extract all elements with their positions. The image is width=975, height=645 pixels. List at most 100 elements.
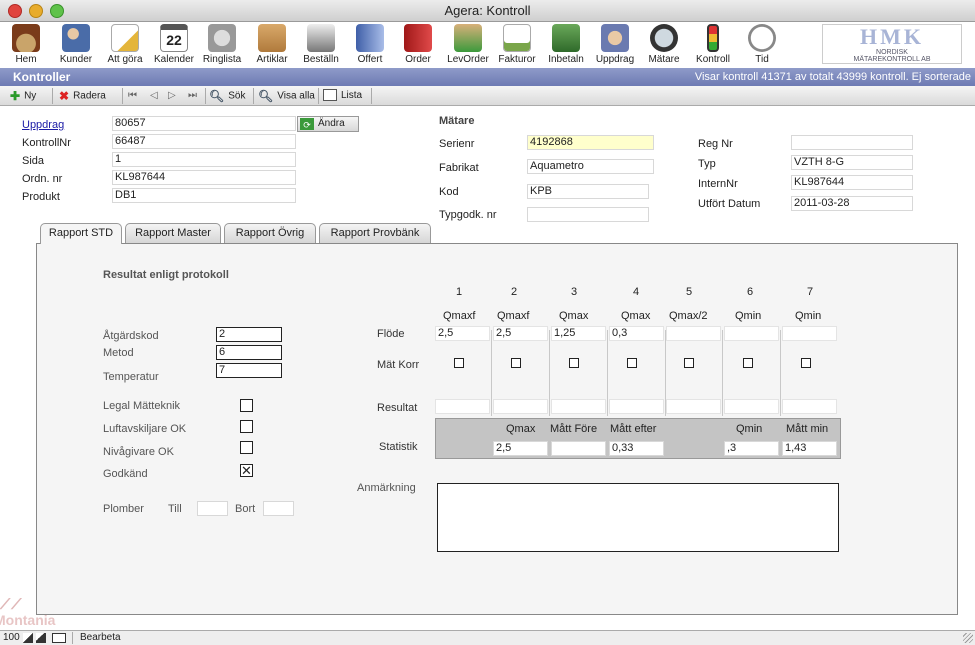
anmarkning-textarea[interactable] bbox=[437, 483, 839, 552]
serienr-field[interactable]: 4192868 bbox=[527, 135, 654, 150]
previous-record-icon: ◁ bbox=[150, 90, 158, 101]
resultat-label: Resultat bbox=[377, 402, 418, 414]
toolbar-invoices[interactable]: Fakturor bbox=[496, 22, 538, 68]
bort-field[interactable] bbox=[263, 501, 294, 516]
temperatur-field[interactable]: 7 bbox=[216, 363, 282, 378]
tab-rapport-std[interactable]: Rapport STD bbox=[40, 223, 122, 244]
internnr-field[interactable]: KL987644 bbox=[791, 175, 913, 190]
produkt-field[interactable]: DB1 bbox=[112, 188, 296, 203]
matkorr-checkbox[interactable] bbox=[511, 358, 521, 368]
toolbar-offer[interactable]: Offert bbox=[350, 22, 390, 68]
close-window-button[interactable] bbox=[8, 4, 22, 18]
toolbar-time[interactable]: Tid bbox=[742, 22, 782, 68]
first-record-button[interactable]: ⏮ bbox=[128, 88, 137, 104]
sida-label: Sida bbox=[22, 155, 45, 167]
resultat-field[interactable] bbox=[493, 399, 548, 414]
legal-matteknik-checkbox[interactable] bbox=[240, 399, 253, 412]
flode-field[interactable] bbox=[724, 326, 779, 341]
kontrollnr-field[interactable]: 66487 bbox=[112, 134, 296, 149]
godkand-label: Godkänd bbox=[103, 468, 148, 480]
stat-qmax-field[interactable]: 2,5 bbox=[493, 441, 548, 456]
luftavskiljare-checkbox[interactable] bbox=[240, 420, 253, 433]
show-all-button[interactable]: 🔍︎ Visa alla bbox=[258, 88, 315, 104]
atgardskod-field[interactable]: 2 bbox=[216, 327, 282, 342]
resize-grip-icon[interactable] bbox=[963, 633, 973, 643]
matkorr-checkbox[interactable] bbox=[743, 358, 753, 368]
godkand-checkbox[interactable]: ✕ bbox=[240, 464, 253, 477]
resultat-field[interactable] bbox=[609, 399, 664, 414]
matkorr-checkbox[interactable] bbox=[627, 358, 637, 368]
matkorr-checkbox[interactable] bbox=[569, 358, 579, 368]
kod-field[interactable]: KPB bbox=[527, 184, 649, 199]
flode-field[interactable]: 0,3 bbox=[609, 326, 664, 341]
stat-matt-fore-field[interactable] bbox=[551, 441, 606, 456]
toolbar-supplier-order[interactable]: LevOrder bbox=[444, 22, 492, 68]
matkorr-checkbox[interactable] bbox=[684, 358, 694, 368]
resultat-field[interactable] bbox=[782, 399, 837, 414]
stat-matt-efter-field[interactable]: 0,33 bbox=[609, 441, 664, 456]
flode-field[interactable]: 1,25 bbox=[551, 326, 606, 341]
search-icon: 🔍︎ bbox=[209, 89, 225, 103]
toolbar-control[interactable]: Kontroll bbox=[692, 22, 734, 68]
resultat-field[interactable] bbox=[551, 399, 606, 414]
last-record-button[interactable]: ⏭ bbox=[188, 88, 197, 104]
zoom-level[interactable]: 100 bbox=[3, 632, 20, 643]
toolbar-assignment[interactable]: Uppdrag bbox=[594, 22, 636, 68]
list-button[interactable]: Lista bbox=[323, 88, 362, 104]
uppdrag-field[interactable]: 80657 bbox=[112, 116, 296, 131]
stat-header: Mått min bbox=[786, 423, 829, 435]
toolbar-home[interactable]: Hem bbox=[6, 22, 46, 68]
tab-rapport-provbank[interactable]: Rapport Provbänk bbox=[319, 223, 431, 243]
traffic-light-icon bbox=[707, 24, 719, 52]
zoom-out-icon[interactable] bbox=[23, 633, 33, 643]
resultat-field[interactable] bbox=[724, 399, 779, 414]
utfort-field[interactable]: 2011-03-28 bbox=[791, 196, 913, 211]
fabrikat-field[interactable]: Aquametro bbox=[527, 159, 654, 174]
next-record-button[interactable]: ▷ bbox=[168, 88, 176, 104]
typgodk-field[interactable] bbox=[527, 207, 649, 222]
resultat-field[interactable] bbox=[666, 399, 721, 414]
flode-field[interactable] bbox=[666, 326, 721, 341]
regnr-field[interactable] bbox=[791, 135, 913, 150]
resultat-field[interactable] bbox=[435, 399, 490, 414]
uppdrag-link[interactable]: Uppdrag bbox=[22, 119, 64, 131]
internnr-label: InternNr bbox=[698, 178, 738, 190]
toolbar-purchase[interactable]: Beställn bbox=[300, 22, 342, 68]
tab-rapport-ovrig[interactable]: Rapport Övrig bbox=[224, 223, 316, 243]
till-field[interactable] bbox=[197, 501, 228, 516]
toolbar-articles[interactable]: Artiklar bbox=[252, 22, 292, 68]
ordnr-field[interactable]: KL987644 bbox=[112, 170, 296, 185]
toggle-toolbar-icon[interactable] bbox=[52, 633, 66, 643]
stat-qmin-field[interactable]: ,3 bbox=[724, 441, 779, 456]
toolbar-calllist[interactable]: Ringlista bbox=[202, 22, 242, 68]
flode-field[interactable]: 2,5 bbox=[435, 326, 490, 341]
toolbar-customers[interactable]: Kunder bbox=[56, 22, 96, 68]
meter-section-title: Mätare bbox=[439, 115, 475, 127]
tab-rapport-master[interactable]: Rapport Master bbox=[125, 223, 221, 243]
plomber-label: Plomber bbox=[103, 503, 144, 515]
nivagivare-checkbox[interactable] bbox=[240, 441, 253, 454]
printer-icon bbox=[307, 24, 335, 52]
toolbar-calendar[interactable]: 22 Kalender bbox=[152, 22, 196, 68]
flode-field[interactable] bbox=[782, 326, 837, 341]
toolbar-payments[interactable]: Inbetaln bbox=[544, 22, 588, 68]
new-button[interactable]: ✚ Ny bbox=[10, 88, 36, 104]
toolbar-order[interactable]: Order bbox=[398, 22, 438, 68]
minimize-window-button[interactable] bbox=[29, 4, 43, 18]
toolbar-todo[interactable]: Att göra bbox=[104, 22, 146, 68]
flode-field[interactable]: 2,5 bbox=[493, 326, 548, 341]
toolbar-meters[interactable]: Mätare bbox=[644, 22, 684, 68]
zoom-window-button[interactable] bbox=[50, 4, 64, 18]
sida-field[interactable]: 1 bbox=[112, 152, 296, 167]
delete-button[interactable]: ✖ Radera bbox=[59, 88, 106, 104]
previous-record-button[interactable]: ◁ bbox=[150, 88, 158, 104]
stat-matt-min-field[interactable]: 1,43 bbox=[782, 441, 837, 456]
matkorr-checkbox[interactable] bbox=[454, 358, 464, 368]
offer-binder-icon bbox=[356, 24, 384, 52]
matkorr-checkbox[interactable] bbox=[801, 358, 811, 368]
typ-field[interactable]: VZTH 8-G bbox=[791, 155, 913, 170]
change-button[interactable]: ⟳ Ändra bbox=[297, 116, 359, 132]
search-button[interactable]: 🔍︎ Sök bbox=[209, 88, 245, 104]
metod-field[interactable]: 6 bbox=[216, 345, 282, 360]
zoom-in-icon[interactable] bbox=[36, 633, 46, 643]
